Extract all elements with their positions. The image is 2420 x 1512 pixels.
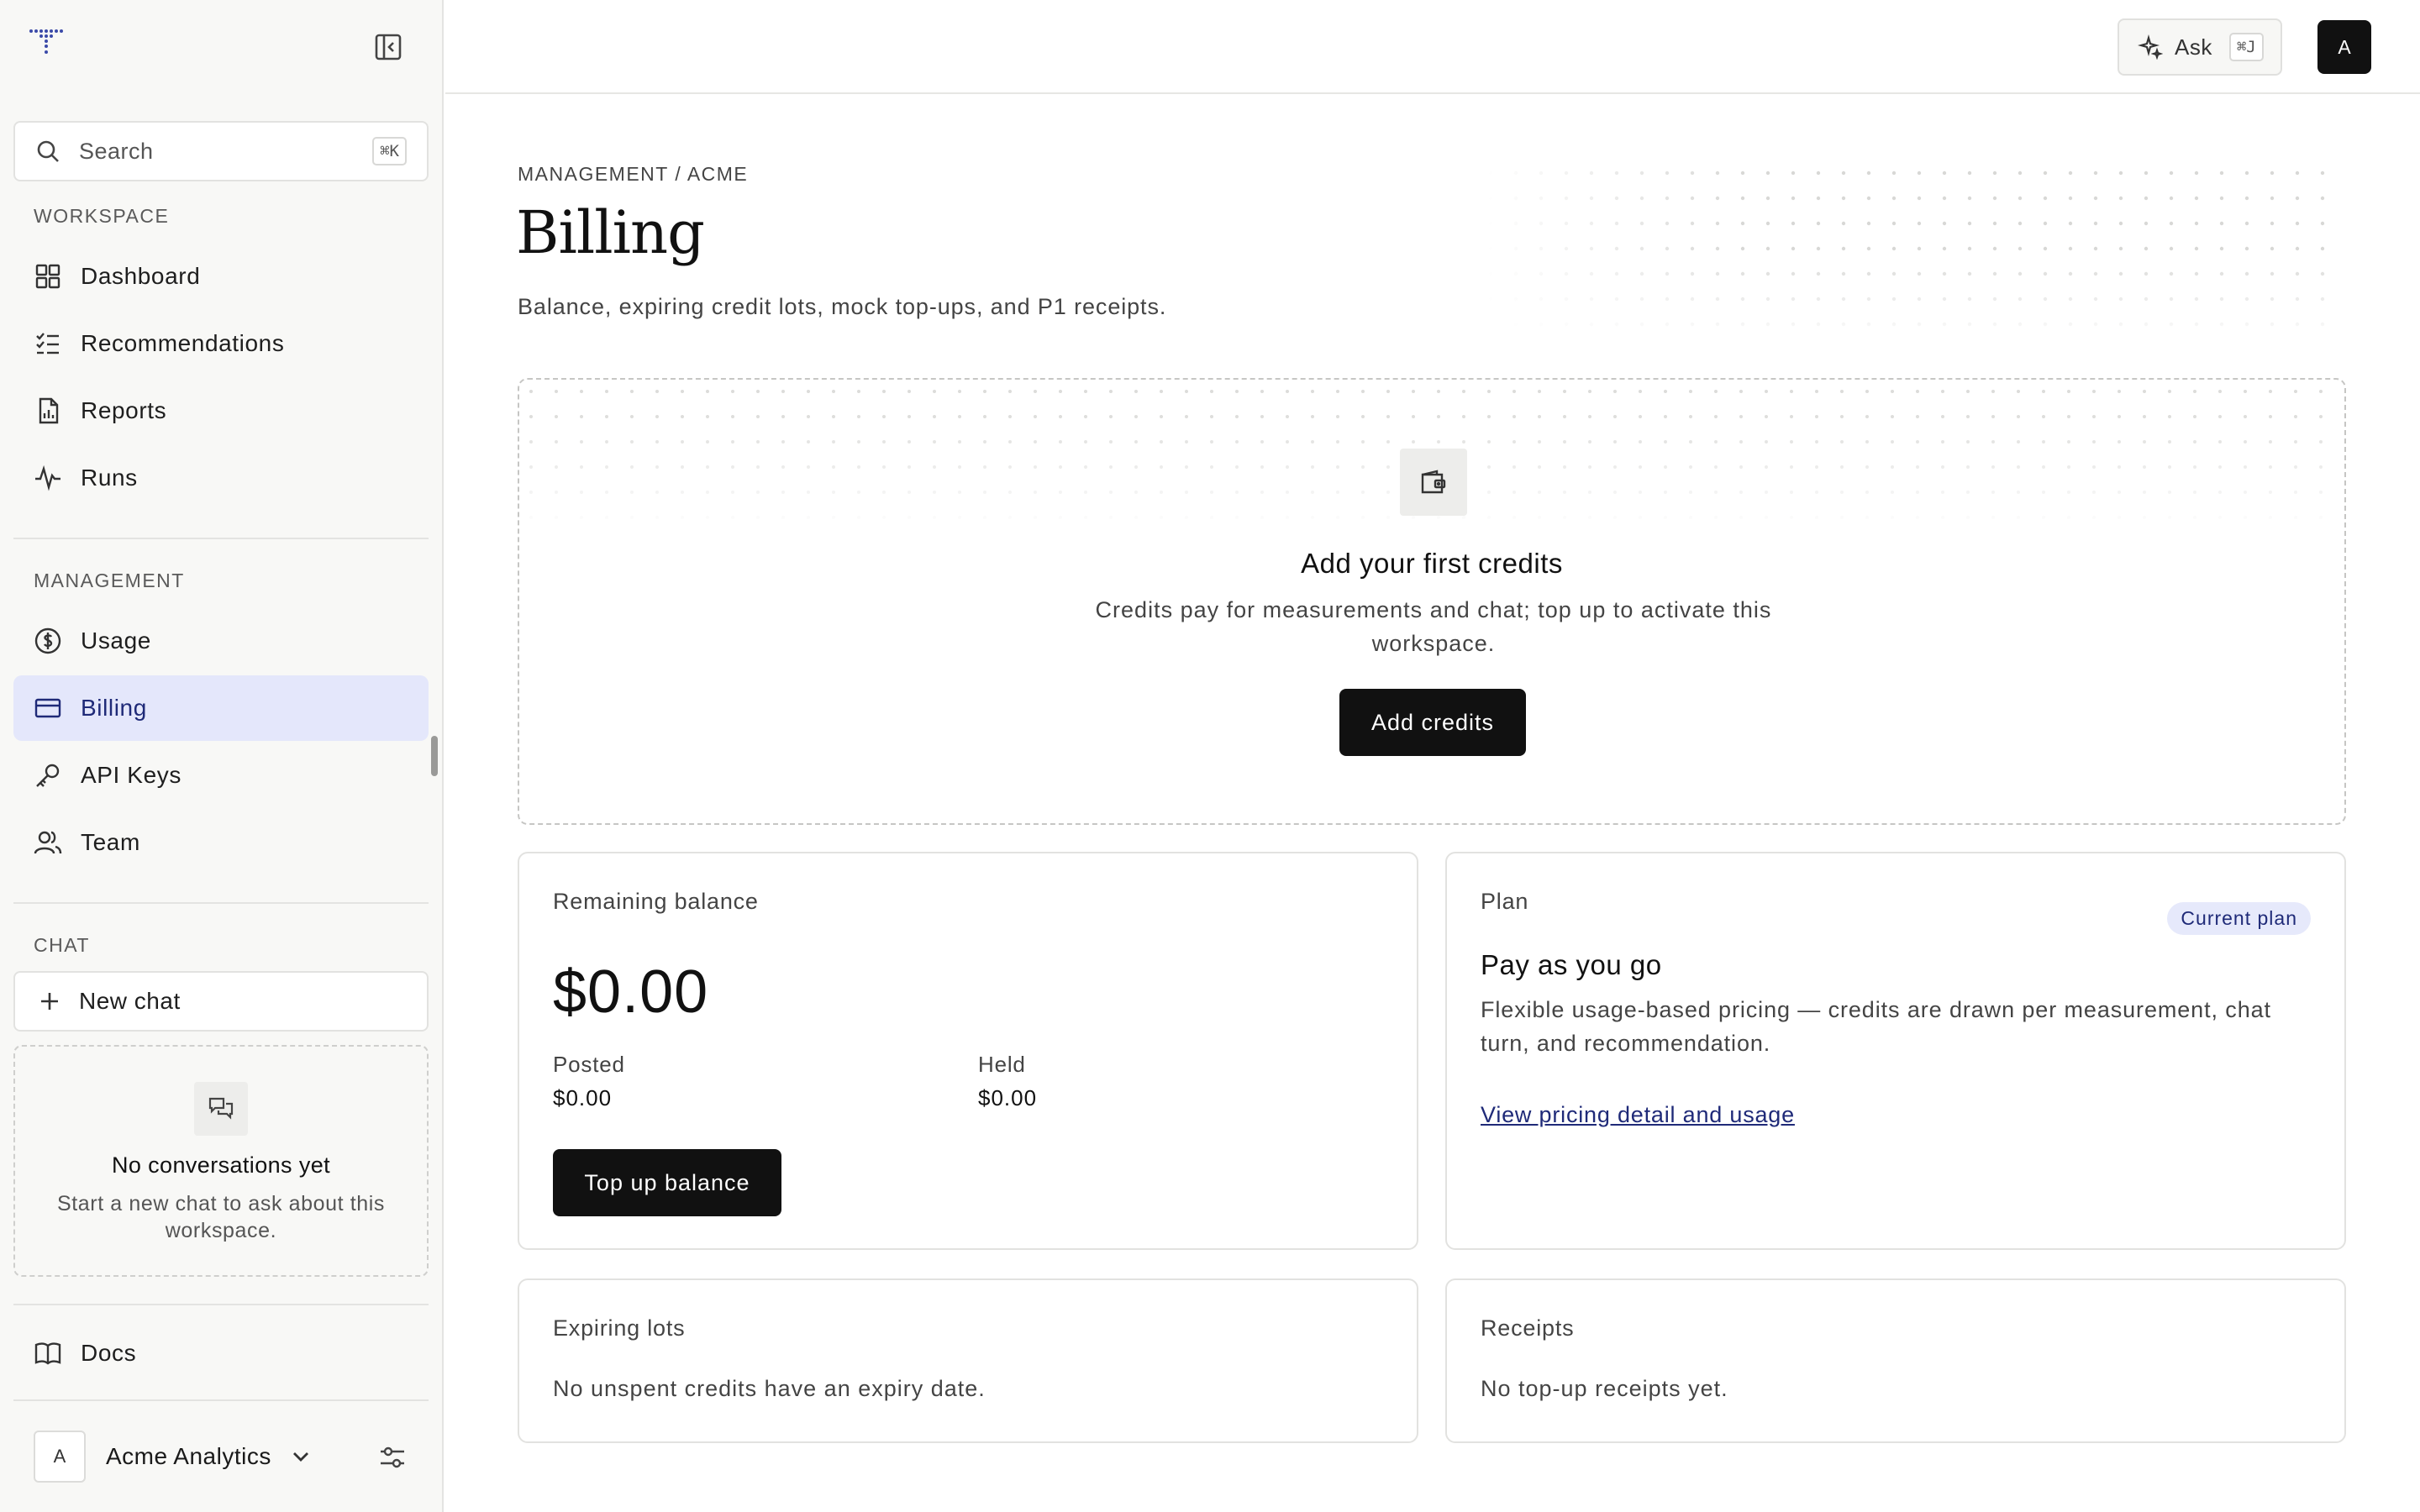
breadcrumb: MANAGEMENT / ACME (518, 163, 749, 185)
sidebar-item-recommendations[interactable]: Recommendations (13, 311, 429, 376)
expiring-lots-card: Expiring lots No unspent credits have an… (518, 1278, 1418, 1443)
ask-button[interactable]: Ask ⌘J (2118, 18, 2282, 76)
empty-chat-description: Start a new chat to ask about this works… (56, 1192, 386, 1242)
posted-label: Posted (553, 1052, 625, 1077)
sidebar-item-runs[interactable]: Runs (13, 445, 429, 511)
sidebar-divider (13, 538, 429, 539)
sidebar-item-label: Dashboard (81, 263, 201, 289)
search-input[interactable]: Search ⌘K (13, 121, 429, 181)
sidebar-item-label: Team (81, 829, 140, 855)
brand-logo-icon[interactable] (29, 29, 64, 57)
plan-description: Flexible usage-based pricing — credits a… (1481, 997, 2271, 1056)
new-chat-button[interactable]: New chat (13, 971, 429, 1032)
page-title: Billing (516, 198, 705, 267)
sidebar-item-label: Reports (81, 397, 167, 423)
balance-label: Remaining balance (553, 889, 759, 914)
topbar: Ask ⌘J A (445, 0, 2420, 94)
decorative-dot-pattern (1487, 168, 2336, 328)
sidebar-item-reports[interactable]: Reports (13, 378, 429, 444)
sidebar-item-label: Recommendations (81, 330, 285, 356)
top-up-balance-button[interactable]: Top up balance (553, 1149, 781, 1216)
chat-bubbles-icon (208, 1097, 234, 1120)
held-label: Held (978, 1052, 1026, 1077)
key-icon (36, 764, 60, 787)
plus-icon (41, 993, 58, 1010)
org-switcher[interactable]: A Acme Analytics (34, 1430, 429, 1483)
sidebar-item-billing[interactable]: Billing (13, 675, 429, 741)
remaining-balance-card: Remaining balance $0.00 Posted $0.00 Hel… (518, 852, 1418, 1250)
org-name[interactable]: Acme Analytics (106, 1443, 271, 1470)
section-label-chat: CHAT (34, 934, 90, 956)
receipts-label: Receipts (1481, 1315, 1575, 1341)
sidebar-item-docs[interactable]: Docs (13, 1320, 429, 1386)
dollar-icon (34, 627, 61, 654)
posted-value: $0.00 (553, 1085, 613, 1110)
checklist-icon (36, 333, 59, 354)
section-label-workspace: WORKSPACE (34, 205, 170, 227)
plan-name: Pay as you go (1481, 949, 1662, 980)
sidebar-item-label: API Keys (81, 762, 182, 788)
wallet-icon (1421, 470, 1446, 494)
sidebar-item-dashboard[interactable]: Dashboard (13, 244, 429, 309)
settings-sliders-icon[interactable] (378, 1443, 407, 1472)
plan-label: Plan (1481, 889, 1529, 914)
user-avatar[interactable]: A (2317, 20, 2371, 74)
users-icon (34, 831, 62, 854)
chevron-down-icon[interactable] (290, 1446, 312, 1467)
hero-title: Add your first credits (1301, 548, 1563, 579)
dashboard-icon (35, 264, 60, 289)
chat-icon-box (194, 1082, 248, 1136)
add-credits-button[interactable]: Add credits (1339, 689, 1526, 756)
expiring-lots-label: Expiring lots (553, 1315, 686, 1341)
section-label-management: MANAGEMENT (34, 570, 185, 591)
sidebar: Search ⌘K WORKSPACE Dashboard Recommenda… (0, 0, 444, 1512)
sidebar-item-label: Billing (81, 695, 147, 721)
new-chat-label: New chat (79, 988, 181, 1014)
wallet-icon-box (1400, 449, 1467, 516)
page-subtitle: Balance, expiring credit lots, mock top-… (518, 294, 1167, 319)
sidebar-collapse-icon[interactable] (373, 32, 403, 62)
held-value: $0.00 (978, 1085, 1038, 1110)
hero-description: Credits pay for measurements and chat; t… (1095, 597, 1772, 656)
add-credits-empty-state: Add your first credits Credits pay for m… (518, 378, 2346, 825)
expiring-lots-empty-text: No unspent credits have an expiry date. (553, 1376, 986, 1401)
sidebar-divider (13, 902, 429, 904)
receipts-empty-text: No top-up receipts yet. (1481, 1376, 1728, 1401)
sidebar-item-usage[interactable]: Usage (13, 608, 429, 674)
ask-shortcut: ⌘J (2228, 33, 2264, 61)
report-icon (39, 397, 59, 424)
sidebar-scrollbar[interactable] (431, 736, 438, 776)
book-icon (34, 1342, 61, 1365)
sidebar-item-label: Docs (81, 1340, 137, 1366)
view-pricing-link[interactable]: View pricing detail and usage (1481, 1102, 1795, 1128)
sidebar-item-api-keys[interactable]: API Keys (13, 743, 429, 808)
receipts-card: Receipts No top-up receipts yet. (1445, 1278, 2346, 1443)
sidebar-divider (13, 1399, 429, 1401)
credit-card-icon (34, 698, 61, 718)
org-avatar: A (34, 1431, 86, 1483)
search-label: Search (79, 138, 154, 164)
activity-icon (35, 465, 60, 491)
search-shortcut: ⌘K (372, 137, 407, 165)
sparkle-icon (2138, 34, 2163, 60)
sidebar-item-label: Runs (81, 465, 138, 491)
sidebar-divider (13, 1304, 429, 1305)
plan-card: Plan Current plan Pay as you go Flexible… (1445, 852, 2346, 1250)
search-icon (37, 140, 59, 162)
empty-chat-state: No conversations yet Start a new chat to… (13, 1045, 429, 1277)
sidebar-item-label: Usage (81, 627, 151, 654)
empty-chat-title: No conversations yet (111, 1152, 331, 1178)
ask-label: Ask (2175, 34, 2212, 60)
sidebar-item-team[interactable]: Team (13, 810, 429, 875)
balance-amount: $0.00 (553, 958, 709, 1026)
current-plan-badge: Current plan (2167, 902, 2311, 935)
